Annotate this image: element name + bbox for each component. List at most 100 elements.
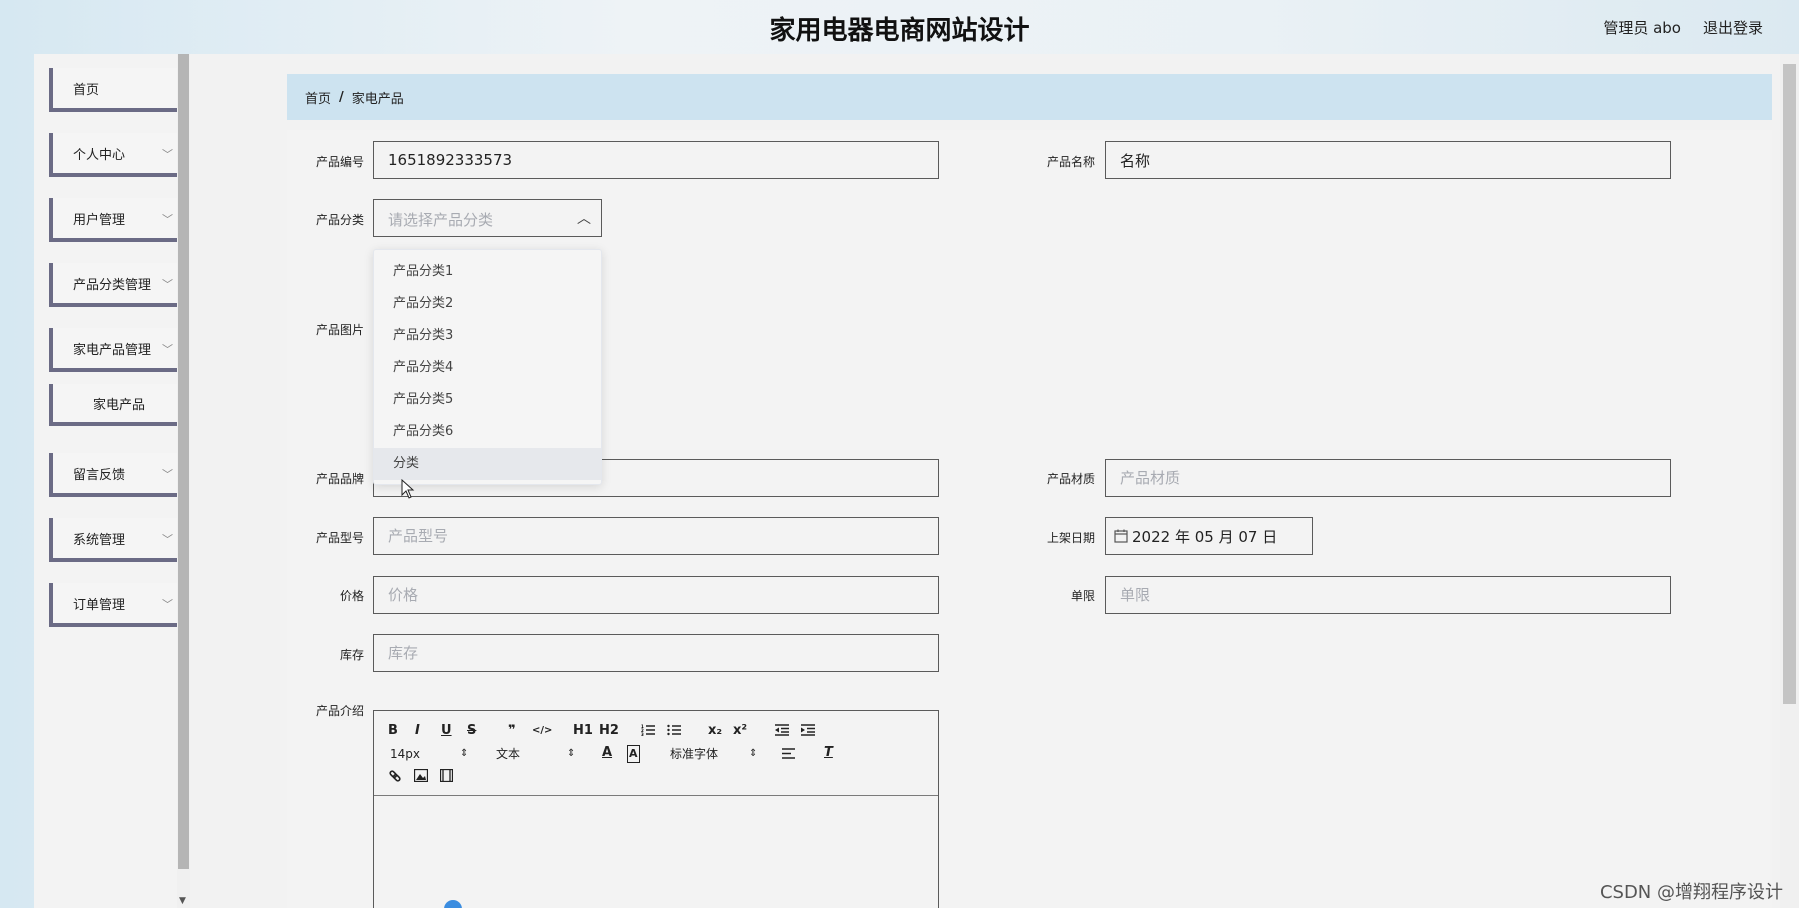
category-option[interactable]: 产品分类5: [374, 384, 601, 416]
font-color-icon[interactable]: A: [602, 745, 612, 761]
breadcrumb: 首页 / 家电产品: [287, 74, 1772, 120]
sidebar-item-feedback[interactable]: 留言反馈 ﹀: [49, 453, 189, 497]
unordered-list-icon[interactable]: [667, 724, 681, 736]
underline-button[interactable]: U: [441, 723, 452, 739]
category-option[interactable]: 产品分类6: [374, 416, 601, 448]
user-area: 管理员 abo 退出登录: [1603, 17, 1763, 38]
stock-label: 库存: [339, 648, 364, 662]
chevron-down-icon: ﹀: [162, 213, 173, 226]
price-input[interactable]: [373, 576, 939, 614]
superscript-button[interactable]: x²: [733, 723, 747, 739]
admin-user-label: 管理员 abo: [1603, 19, 1681, 37]
sidebar-subitem-products[interactable]: 家电产品: [49, 384, 189, 426]
font-family-arrows-icon: ⇕: [749, 748, 758, 759]
product-name-label: 产品名称: [1046, 155, 1095, 169]
chevron-down-icon: ﹀: [162, 598, 173, 611]
chevron-up-icon: ︿: [577, 211, 591, 227]
bold-button[interactable]: B: [388, 723, 398, 739]
code-button[interactable]: </>: [532, 723, 552, 739]
breadcrumb-separator: /: [339, 89, 344, 105]
breadcrumb-current: 家电产品: [351, 91, 404, 107]
font-family-select[interactable]: 标准字体: [670, 746, 718, 762]
chevron-down-icon: ﹀: [162, 148, 173, 161]
sidebar-item-product-management[interactable]: 家电产品管理 ﹀: [49, 328, 189, 372]
chevron-down-icon: ﹀: [162, 468, 173, 481]
subscript-button[interactable]: x₂: [708, 723, 722, 739]
chevron-down-icon: ﹀: [162, 278, 173, 291]
h1-button[interactable]: H1: [573, 723, 593, 739]
top-header: 家用电器电商网站设计 管理员 abo 退出登录: [0, 0, 1799, 54]
category-option[interactable]: 产品分类2: [374, 288, 601, 320]
sidebar-item-label: 订单管理: [73, 597, 126, 613]
sidebar-item-label: 家电产品管理: [73, 342, 152, 358]
svg-text:3: 3: [641, 732, 644, 736]
text-style-select[interactable]: 文本: [496, 746, 520, 762]
category-option[interactable]: 产品分类1: [374, 256, 601, 288]
ordered-list-icon[interactable]: 123: [641, 724, 655, 736]
sidebar-item-label: 系统管理: [73, 532, 126, 548]
product-brand-label: 产品品牌: [315, 472, 364, 486]
italic-button[interactable]: I: [415, 723, 420, 739]
rich-text-editor: B I U S ❞ </> H1 H2 123 x₂ x² 14px ⇕ 文本 …: [373, 710, 939, 908]
product-name-input[interactable]: [1105, 141, 1671, 179]
editor-toolbar: B I U S ❞ </> H1 H2 123 x₂ x² 14px ⇕ 文本 …: [374, 711, 938, 796]
chevron-down-icon: ﹀: [162, 343, 173, 356]
scrollbar-thumb[interactable]: [1783, 64, 1796, 704]
product-code-label: 产品编号: [315, 155, 364, 169]
mouse-cursor-icon: [401, 479, 415, 499]
limit-input[interactable]: [1105, 576, 1671, 614]
sidebar-item-home[interactable]: 首页: [49, 68, 189, 112]
category-option-hovered[interactable]: 分类: [374, 448, 601, 480]
editor-content-area[interactable]: [374, 796, 938, 908]
link-icon[interactable]: [388, 769, 402, 783]
listing-date-label: 上架日期: [1046, 531, 1095, 545]
logout-link[interactable]: 退出登录: [1703, 17, 1763, 38]
align-icon[interactable]: [782, 748, 795, 759]
page-scrollbar[interactable]: [1780, 54, 1799, 908]
sidebar-item-user-management[interactable]: 用户管理 ﹀: [49, 198, 189, 242]
clear-format-icon[interactable]: T: [824, 745, 833, 761]
listing-date-picker[interactable]: 2022 年 05 月 07 日: [1105, 517, 1313, 555]
sidebar-item-label: 首页: [73, 82, 100, 98]
sidebar-item-label: 用户管理: [73, 212, 126, 228]
font-size-select[interactable]: 14px: [390, 746, 420, 762]
product-code-input[interactable]: [373, 141, 939, 179]
select-placeholder: 请选择产品分类: [388, 211, 494, 229]
product-model-label: 产品型号: [315, 531, 364, 545]
category-option[interactable]: 产品分类4: [374, 352, 601, 384]
product-material-input[interactable]: [1105, 459, 1671, 497]
product-model-input[interactable]: [373, 517, 939, 555]
image-icon[interactable]: [414, 769, 428, 782]
sidebar-item-label: 个人中心: [73, 147, 126, 163]
sidebar-item-order-management[interactable]: 订单管理 ﹀: [49, 583, 189, 627]
scrollbar-thumb[interactable]: [178, 54, 189, 869]
indent-icon[interactable]: [801, 724, 815, 736]
sidebar: 首页 个人中心 ﹀ 用户管理 ﹀ 产品分类管理 ﹀ 家电产品管理 ﹀ 家电产品 …: [34, 54, 189, 908]
chevron-down-icon: ﹀: [162, 533, 173, 546]
product-category-select[interactable]: 请选择产品分类 ︿: [373, 199, 602, 237]
blockquote-button[interactable]: ❞: [508, 723, 516, 739]
sidebar-scrollbar[interactable]: ▼: [177, 54, 190, 908]
stock-input[interactable]: [373, 634, 939, 672]
category-dropdown-menu: 产品分类1 产品分类2 产品分类3 产品分类4 产品分类5 产品分类6 分类: [373, 249, 602, 485]
category-option[interactable]: 产品分类3: [374, 320, 601, 352]
product-image-label: 产品图片: [315, 323, 364, 337]
video-icon[interactable]: [440, 769, 453, 782]
background-color-icon[interactable]: A: [627, 745, 640, 763]
sidebar-item-system-management[interactable]: 系统管理 ﹀: [49, 518, 189, 562]
limit-label: 单限: [1070, 589, 1095, 603]
text-style-arrows-icon: ⇕: [567, 748, 576, 759]
product-material-label: 产品材质: [1046, 472, 1095, 486]
sidebar-item-label: 产品分类管理: [73, 277, 152, 293]
h2-button[interactable]: H2: [599, 723, 619, 739]
sidebar-item-category-management[interactable]: 产品分类管理 ﹀: [49, 263, 189, 307]
scroll-down-arrow-icon[interactable]: ▼: [179, 896, 186, 906]
product-category-label: 产品分类: [315, 213, 364, 227]
sidebar-item-label: 留言反馈: [73, 467, 126, 483]
description-label: 产品介绍: [315, 704, 364, 718]
breadcrumb-home[interactable]: 首页: [305, 88, 331, 107]
strike-button[interactable]: S: [467, 723, 476, 739]
listing-date-value: 2022 年 05 月 07 日: [1132, 527, 1278, 546]
outdent-icon[interactable]: [775, 724, 789, 736]
sidebar-item-personal-center[interactable]: 个人中心 ﹀: [49, 133, 189, 177]
